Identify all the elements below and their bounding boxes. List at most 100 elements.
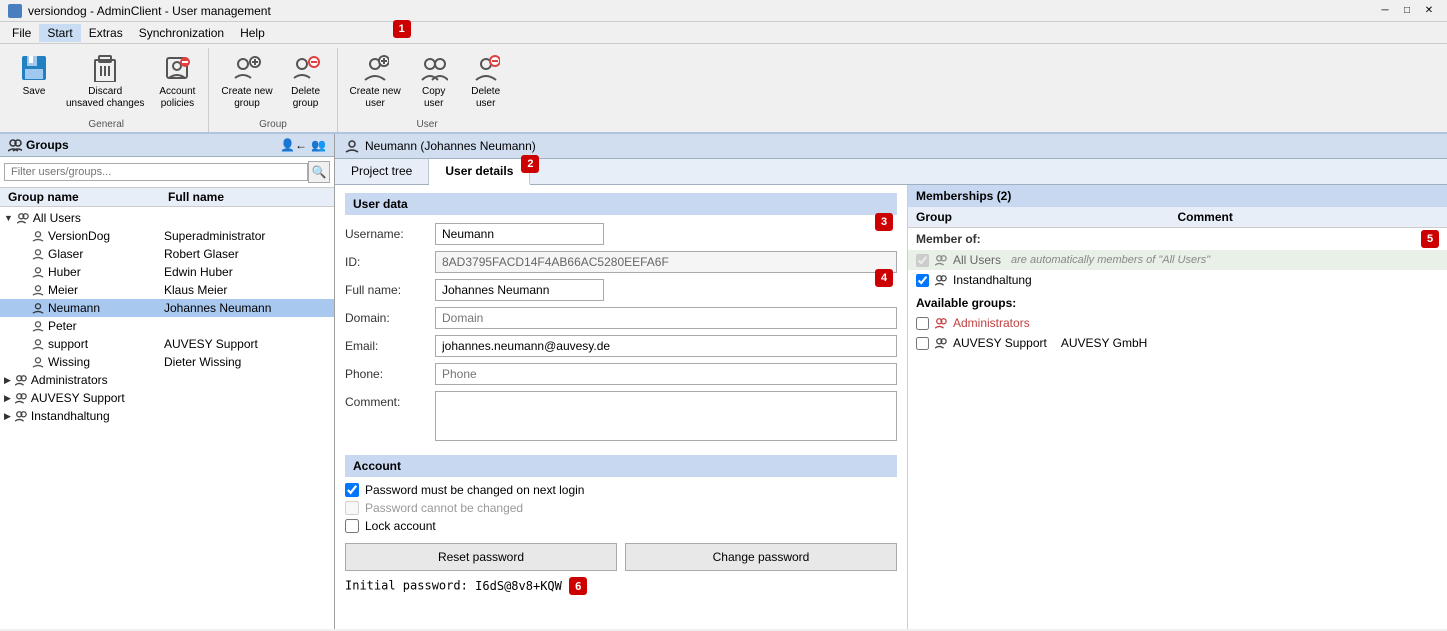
expand-all-users[interactable]: ▼ <box>4 213 13 223</box>
menu-start[interactable]: Start <box>39 24 80 42</box>
menubar: File Start Extras Synchronization Help <box>0 22 1447 44</box>
delete-group-button[interactable]: Deletegroup <box>281 48 331 114</box>
all-users-icon <box>17 212 29 224</box>
member-of-label: Member of: 5 <box>908 228 1447 250</box>
filter-bar: 🔍 <box>0 157 334 188</box>
save-button[interactable]: Save <box>10 48 58 102</box>
tree-item-peter[interactable]: Peter <box>0 317 334 335</box>
expand-instandhaltung[interactable]: ▶ <box>4 411 11 422</box>
reset-password-button[interactable]: Reset password <box>345 543 617 571</box>
memberships-header: Memberships (2) <box>908 185 1447 207</box>
delete-user-label: Deleteuser <box>471 86 500 110</box>
username-label: Username: <box>345 227 435 241</box>
tree-item-auvesy-support[interactable]: ▶ AUVESY Support <box>0 389 334 407</box>
group-icon-instandhaltung <box>15 410 27 422</box>
search-button[interactable]: 🔍 <box>308 161 330 183</box>
save-label: Save <box>23 86 46 98</box>
tree-item-huber[interactable]: Huber Edwin Huber <box>0 263 334 281</box>
user-form-panel: User data Username: 3 ID: Full name: <box>335 185 907 629</box>
tabs: Project tree User details 2 <box>335 159 1447 185</box>
window-title: versiondog - AdminClient - User manageme… <box>28 4 271 18</box>
tree-item-instandhaltung[interactable]: ▶ Instandhaltung <box>0 407 334 425</box>
col-group-name: Group name <box>8 190 168 204</box>
general-group-label: General <box>88 117 124 132</box>
user-right-icon[interactable]: 👥 <box>311 138 326 152</box>
fullname-wissing: Dieter Wissing <box>164 355 241 369</box>
lock-account-label[interactable]: Lock account <box>365 519 436 533</box>
phone-row: Phone: <box>345 363 897 385</box>
close-button[interactable]: ✕ <box>1419 3 1439 19</box>
fullname-support: AUVESY Support <box>164 337 258 351</box>
tree-item-all-users[interactable]: ▼ All Users <box>0 209 334 227</box>
comment-textarea[interactable] <box>435 391 897 441</box>
id-row: ID: <box>345 251 897 273</box>
instandhaltung-name: Instandhaltung <box>953 273 1032 287</box>
auvesy-support-icon <box>935 337 947 349</box>
tab-project-tree[interactable]: Project tree <box>335 159 429 184</box>
membership-all-users: All Users are automatically members of "… <box>908 250 1447 270</box>
administrators-checkbox[interactable] <box>916 317 929 330</box>
user-arrow-icon[interactable]: 👤← <box>280 138 307 152</box>
ribbon-group-user: Create newuser 1 Copyuser <box>338 48 517 132</box>
account-policies-button[interactable]: Accountpolicies <box>152 48 202 114</box>
auvesy-support-avail-checkbox[interactable] <box>916 337 929 350</box>
expand-administrators[interactable]: ▶ <box>4 375 11 386</box>
group-group-label: Group <box>259 117 287 132</box>
user-icon-peter <box>32 320 44 332</box>
instandhaltung-checkbox[interactable] <box>916 274 929 287</box>
menu-synchronization[interactable]: Synchronization <box>131 24 232 42</box>
delete-user-button[interactable]: Deleteuser <box>461 48 511 114</box>
discard-button[interactable]: Discardunsaved changes <box>60 48 150 114</box>
id-input <box>435 251 897 273</box>
fullname-row: Full name: 4 <box>345 279 897 301</box>
email-input[interactable] <box>435 335 897 357</box>
fullname-versiondog: Superadministrator <box>164 229 265 243</box>
tree-item-glaser[interactable]: Glaser Robert Glaser <box>0 245 334 263</box>
initial-pwd-label: Initial password: <box>345 579 468 593</box>
create-new-group-button[interactable]: Create newgroup <box>215 48 278 114</box>
menu-extras[interactable]: Extras <box>81 24 131 42</box>
annotation-2: 2 <box>521 155 539 173</box>
tree-item-wissing[interactable]: Wissing Dieter Wissing <box>0 353 334 371</box>
main-area: Groups 👤← 👥 🔍 Group name Full name ▼ <box>0 134 1447 629</box>
filter-input[interactable] <box>4 163 308 181</box>
copy-user-button[interactable]: Copyuser <box>409 48 459 114</box>
maximize-button[interactable]: □ <box>1397 3 1417 19</box>
create-new-user-button[interactable]: Create newuser 1 <box>344 48 407 114</box>
domain-input[interactable] <box>435 307 897 329</box>
tree: ▼ All Users VersionDog Superadministrato… <box>0 207 334 629</box>
tree-item-meier[interactable]: Meier Klaus Meier <box>0 281 334 299</box>
pwd-change-label[interactable]: Password must be changed on next login <box>365 483 584 497</box>
username-input[interactable] <box>435 223 604 245</box>
tree-item-versiondog[interactable]: VersionDog Superadministrator <box>0 227 334 245</box>
content-area: User data Username: 3 ID: Full name: <box>335 185 1447 629</box>
user-icon-glaser <box>32 248 44 260</box>
expand-auvesy-support[interactable]: ▶ <box>4 393 11 404</box>
user-panel-title: Neumann (Johannes Neumann) <box>365 139 536 153</box>
create-new-user-label: Create newuser <box>350 86 401 110</box>
user-icon-neumann <box>32 302 44 314</box>
email-row: Email: <box>345 335 897 357</box>
lock-account-checkbox[interactable] <box>345 519 359 533</box>
user-icon-support <box>32 338 44 350</box>
menu-help[interactable]: Help <box>232 24 273 42</box>
pwd-change-checkbox[interactable] <box>345 483 359 497</box>
tree-item-support[interactable]: support AUVESY Support <box>0 335 334 353</box>
fullname-input[interactable] <box>435 279 604 301</box>
change-password-button[interactable]: Change password <box>625 543 897 571</box>
tree-item-neumann[interactable]: Neumann Johannes Neumann <box>0 299 334 317</box>
account-header: Account <box>345 455 897 477</box>
titlebar: versiondog - AdminClient - User manageme… <box>0 0 1447 22</box>
right-panel: Neumann (Johannes Neumann) Project tree … <box>335 134 1447 629</box>
tree-item-administrators[interactable]: ▶ Administrators <box>0 371 334 389</box>
groups-icon <box>8 138 22 152</box>
tab-user-details[interactable]: User details 2 <box>429 159 530 185</box>
all-users-name: All Users <box>953 253 1001 267</box>
pwd-no-change-row: Password cannot be changed <box>345 501 897 515</box>
menu-file[interactable]: File <box>4 24 39 42</box>
comment-label: Comment: <box>345 395 435 409</box>
phone-input[interactable] <box>435 363 897 385</box>
minimize-button[interactable]: ─ <box>1375 3 1395 19</box>
pwd-no-change-checkbox <box>345 501 359 515</box>
phone-label: Phone: <box>345 367 435 381</box>
